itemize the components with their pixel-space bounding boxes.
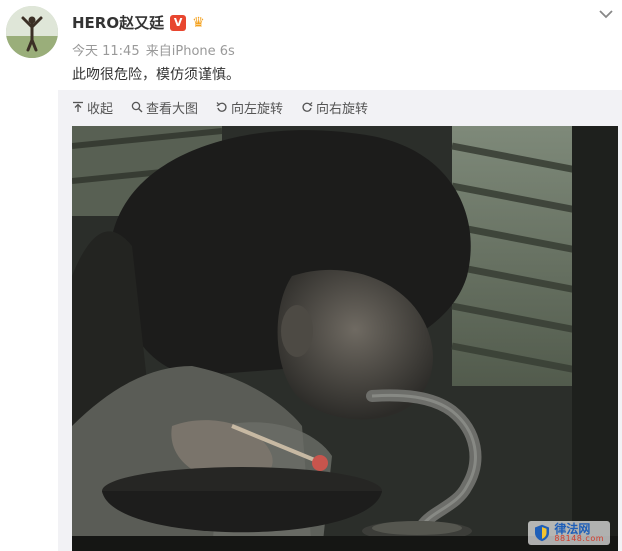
collapse-button[interactable]: 收起 bbox=[72, 98, 113, 117]
rotate-left-button[interactable]: 向左旋转 bbox=[216, 98, 283, 117]
rotate-left-label: 向左旋转 bbox=[231, 101, 284, 117]
rotate-left-icon bbox=[216, 102, 227, 112]
rotate-right-icon bbox=[302, 102, 313, 112]
post-meta: 今天 11:45 来自iPhone 6s bbox=[72, 40, 237, 59]
crown-icon: ♛ bbox=[192, 14, 205, 31]
rotate-right-button[interactable]: 向右旋转 bbox=[301, 98, 368, 117]
chevron-down-icon[interactable] bbox=[596, 6, 616, 22]
site-watermark: 律法网 88148.com bbox=[528, 521, 610, 545]
avatar-image bbox=[6, 6, 58, 58]
weibo-post: HERO赵又廷 V ♛ 今天 11:45 来自iPhone 6s 此吻很危险，模… bbox=[0, 0, 622, 551]
avatar[interactable] bbox=[6, 6, 58, 58]
search-icon bbox=[131, 101, 143, 113]
shield-icon bbox=[535, 524, 550, 542]
media-toolbar: 收起 查看大图 向左旋转 向右旋转 bbox=[72, 96, 386, 118]
collapse-label: 收起 bbox=[87, 101, 114, 117]
author-name[interactable]: HERO赵又廷 bbox=[72, 12, 164, 33]
post-time[interactable]: 今天 11:45 bbox=[72, 44, 140, 59]
watermark-sub: 88148.com bbox=[554, 534, 604, 543]
post-source: 来自iPhone 6s bbox=[145, 44, 235, 59]
upload-icon bbox=[73, 101, 83, 112]
view-large-button[interactable]: 查看大图 bbox=[131, 98, 198, 117]
photo-scene bbox=[72, 126, 618, 551]
post-photo[interactable]: 律法网 88148.com bbox=[72, 126, 618, 551]
rotate-right-label: 向右旋转 bbox=[316, 101, 369, 117]
author-row: HERO赵又廷 V ♛ bbox=[72, 12, 210, 33]
verified-badge-icon: V bbox=[170, 14, 187, 31]
view-large-label: 查看大图 bbox=[146, 101, 199, 117]
post-text: 此吻很危险，模仿须谨慎。 bbox=[72, 67, 240, 83]
